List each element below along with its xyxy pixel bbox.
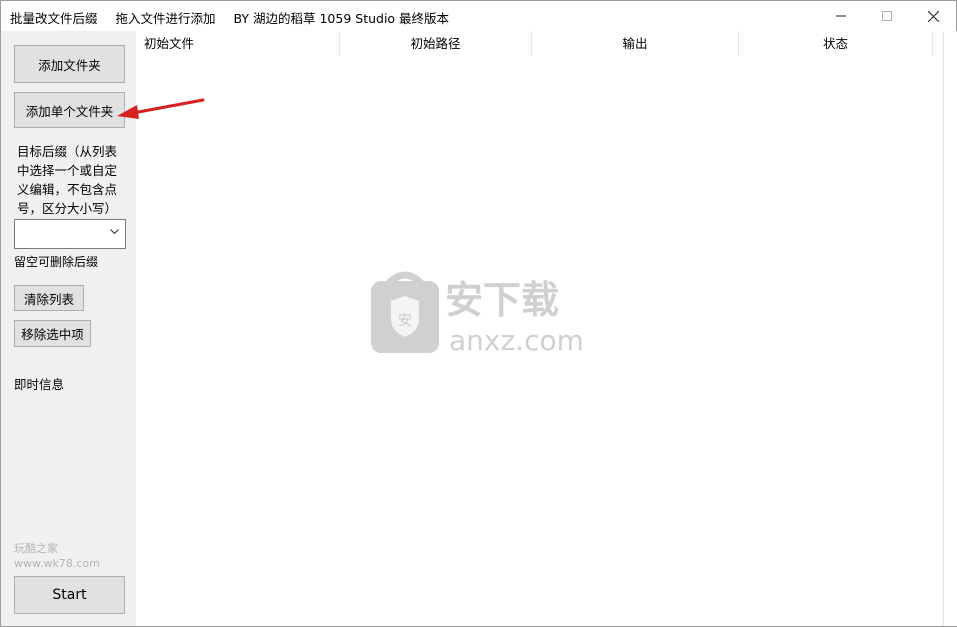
minimize-icon (836, 15, 846, 17)
column-header-status[interactable]: 状态 (739, 31, 933, 56)
start-button[interactable]: Start (14, 576, 125, 614)
column-header-initial-path[interactable]: 初始路径 (340, 31, 532, 56)
close-icon (927, 10, 939, 22)
window-title: 批量改文件后缀 拖入文件进行添加 BY 湖边的稻草 1059 Studio 最终… (10, 8, 463, 27)
column-header-output[interactable]: 输出 (532, 31, 739, 56)
shield-bag-icon: 安 安下载 anxz.com (371, 271, 584, 357)
list-scroll-area (943, 31, 957, 626)
title-credit: BY 湖边的稻草 1059 Studio 最终版本 (233, 11, 450, 26)
suffix-hint: 留空可删除后缀 (14, 255, 99, 269)
column-header-initial-file[interactable]: 初始文件 (137, 31, 340, 56)
watermark-text-url: www.wk78.com (14, 557, 100, 570)
close-button[interactable] (910, 1, 956, 31)
watermark-text-cn: 玩酷之家 (14, 542, 58, 555)
title-drag-hint: 拖入文件进行添加 (115, 11, 216, 26)
remove-selected-button[interactable]: 移除选中项 (14, 320, 91, 347)
chevron-down-icon (110, 229, 119, 235)
maximize-button[interactable] (864, 1, 910, 31)
minimize-button[interactable] (818, 1, 864, 31)
red-arrow-icon (117, 98, 205, 119)
title-app-name: 批量改文件后缀 (10, 11, 98, 26)
shield-char: 安 (398, 313, 412, 329)
watermark-title: 安下载 (445, 278, 559, 322)
instant-info-label: 即时信息 (14, 377, 65, 392)
add-folder-button[interactable]: 添加文件夹 (14, 45, 125, 83)
app-window: 批量改文件后缀 拖入文件进行添加 BY 湖边的稻草 1059 Studio 最终… (0, 0, 957, 627)
suffix-description: 目标后缀（从列表中选择一个或自定义编辑，不包含点号，区分大小写） (17, 144, 118, 216)
watermark-domain: anxz.com (449, 324, 584, 357)
title-bar[interactable]: 批量改文件后缀 拖入文件进行添加 BY 湖边的稻草 1059 Studio 最终… (1, 1, 956, 31)
add-single-folder-button[interactable]: 添加单个文件夹 (14, 92, 125, 128)
suffix-combobox[interactable] (14, 219, 126, 249)
maximize-icon (882, 11, 892, 21)
clear-list-button[interactable]: 清除列表 (14, 285, 84, 311)
watermark-logo: 安 安下载 anxz.com (369, 269, 589, 362)
